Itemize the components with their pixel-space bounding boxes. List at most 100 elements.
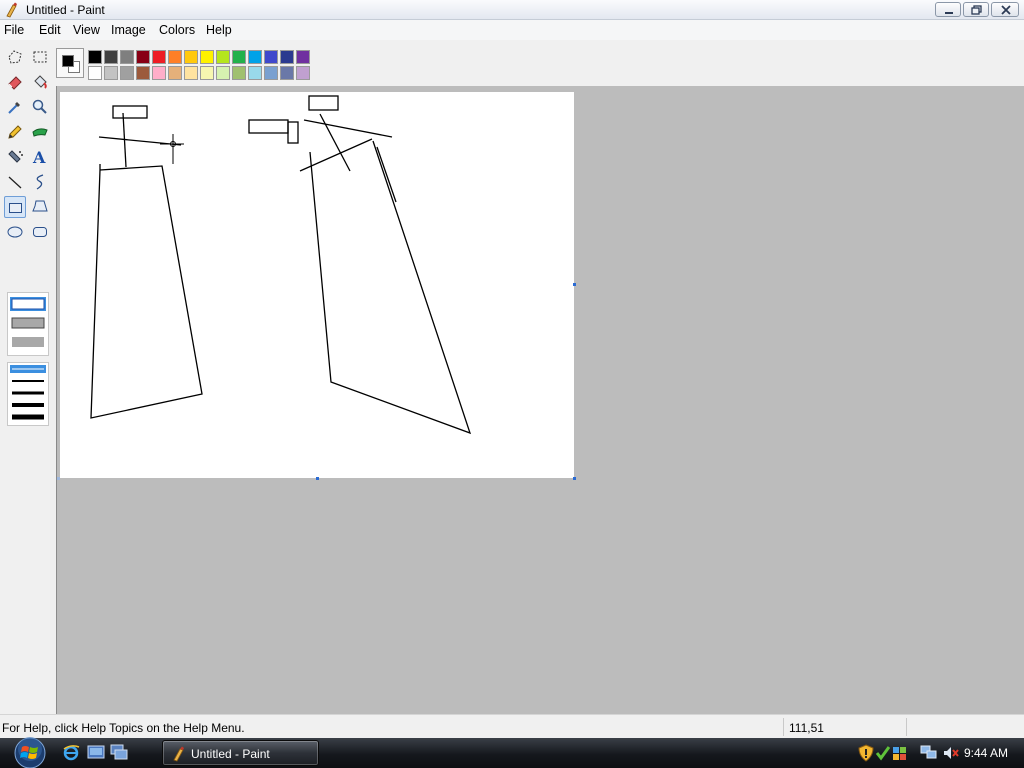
- resize-handle-left-bottom: [57, 477, 60, 480]
- line-width-options: [7, 362, 49, 426]
- palette-color-swatch[interactable]: [88, 66, 102, 80]
- palette-color-swatch[interactable]: [248, 66, 262, 80]
- close-button[interactable]: [991, 2, 1019, 17]
- minimize-button[interactable]: [935, 2, 961, 17]
- palette-color-swatch[interactable]: [296, 50, 310, 64]
- canvas-drawing: [90, 95, 472, 435]
- palette-color-swatch[interactable]: [104, 50, 118, 64]
- drawn-line: [376, 146, 397, 203]
- palette-color-swatch[interactable]: [232, 66, 246, 80]
- tool-eraser[interactable]: [4, 71, 26, 93]
- fill-style-outline-fill[interactable]: [11, 317, 45, 329]
- palette-color-swatch[interactable]: [136, 66, 150, 80]
- drawing-canvas[interactable]: [60, 92, 574, 478]
- windows-update-icon[interactable]: [892, 744, 908, 762]
- palette-color-swatch[interactable]: [248, 50, 262, 64]
- palette-color-swatch[interactable]: [232, 50, 246, 64]
- window-title: Untitled - Paint: [26, 3, 105, 17]
- internet-explorer-icon[interactable]: [62, 743, 80, 761]
- status-bar: For Help, click Help Topics on the Help …: [0, 714, 1024, 738]
- menu-colors[interactable]: Colors: [159, 23, 195, 37]
- palette-color-swatch[interactable]: [216, 50, 230, 64]
- rounded-rectangle-icon: [33, 227, 47, 237]
- polygon-icon: [32, 200, 48, 212]
- palette-color-swatch[interactable]: [280, 50, 294, 64]
- minimize-icon: [945, 12, 953, 14]
- tool-box: A: [0, 42, 56, 714]
- clock[interactable]: 9:44 AM: [964, 746, 1008, 760]
- tool-free-form-select[interactable]: [4, 46, 26, 68]
- drawn-rectangle: [112, 105, 148, 119]
- status-separator: [783, 718, 784, 736]
- tool-magnifier[interactable]: [29, 96, 51, 118]
- tool-select[interactable]: [29, 46, 51, 68]
- paint-app-icon: [173, 746, 184, 762]
- menu-bar: File Edit View Image Colors Help: [0, 20, 1024, 40]
- checkmark-shield-icon[interactable]: [875, 744, 891, 762]
- tool-airbrush[interactable]: [4, 146, 26, 168]
- svg-text:A: A: [32, 148, 46, 166]
- tool-pick-color[interactable]: [4, 96, 26, 118]
- palette-color-swatch[interactable]: [104, 66, 118, 80]
- menu-view[interactable]: View: [73, 23, 100, 37]
- drawn-rectangle: [248, 119, 289, 134]
- show-desktop-icon[interactable]: [87, 743, 105, 761]
- start-button[interactable]: [9, 736, 51, 768]
- palette-color-swatch[interactable]: [264, 66, 278, 80]
- menu-file[interactable]: File: [4, 23, 24, 37]
- palette-color-swatch[interactable]: [152, 66, 166, 80]
- palette-color-swatch[interactable]: [184, 66, 198, 80]
- palette-color-swatch[interactable]: [136, 50, 150, 64]
- title-bar: Untitled - Paint: [0, 0, 1024, 20]
- palette-color-swatch[interactable]: [280, 66, 294, 80]
- tool-ellipse[interactable]: [4, 221, 26, 243]
- palette-color-swatch[interactable]: [296, 66, 310, 80]
- cursor-coordinates: 111,51: [789, 721, 824, 735]
- resize-handle-bottom[interactable]: [316, 477, 319, 480]
- tool-brush[interactable]: [29, 121, 51, 143]
- menu-image[interactable]: Image: [111, 23, 146, 37]
- status-separator: [906, 718, 907, 736]
- resize-handle-corner[interactable]: [573, 477, 576, 480]
- security-shield-icon[interactable]: [858, 744, 874, 762]
- palette-color-swatch[interactable]: [200, 66, 214, 80]
- palette-color-swatch[interactable]: [168, 66, 182, 80]
- curve-icon: [36, 174, 44, 190]
- fill-bucket-icon: [34, 75, 47, 89]
- palette-color-swatch[interactable]: [152, 50, 166, 64]
- restore-button[interactable]: [963, 2, 989, 17]
- select-icon: [33, 51, 47, 63]
- palette-color-swatch[interactable]: [184, 50, 198, 64]
- palette-color-swatch[interactable]: [216, 66, 230, 80]
- palette-color-swatch[interactable]: [120, 50, 134, 64]
- tool-curve[interactable]: [29, 171, 51, 193]
- fill-style-fill-only[interactable]: [12, 337, 44, 347]
- system-tray: 9:44 AM: [850, 738, 1024, 768]
- volume-muted-icon[interactable]: [942, 744, 960, 762]
- menu-help[interactable]: Help: [206, 23, 232, 37]
- current-colors[interactable]: [56, 48, 84, 78]
- menu-edit[interactable]: Edit: [39, 23, 61, 37]
- tool-fill-with-color[interactable]: [29, 71, 51, 93]
- taskbar-button-label: Untitled - Paint: [191, 747, 270, 761]
- tool-text[interactable]: A: [29, 146, 51, 168]
- foreground-color-swatch[interactable]: [62, 55, 74, 67]
- network-icon[interactable]: [920, 744, 938, 762]
- taskbar-button-paint[interactable]: Untitled - Paint: [162, 740, 319, 766]
- tool-line[interactable]: [4, 171, 26, 193]
- ellipse-icon: [7, 226, 23, 238]
- palette-color-swatch[interactable]: [168, 50, 182, 64]
- magnifier-icon: [32, 99, 47, 114]
- tool-polygon[interactable]: [29, 196, 51, 218]
- tool-rectangle[interactable]: [4, 196, 26, 218]
- palette-color-swatch[interactable]: [200, 50, 214, 64]
- tool-pencil[interactable]: [4, 121, 26, 143]
- free-select-icon: [8, 50, 22, 64]
- resize-handle-right[interactable]: [573, 283, 576, 286]
- tool-rounded-rectangle[interactable]: [29, 221, 51, 243]
- palette-color-swatch[interactable]: [120, 66, 134, 80]
- switch-windows-icon[interactable]: [110, 743, 128, 761]
- palette-color-swatch[interactable]: [88, 50, 102, 64]
- airbrush-icon: [8, 150, 23, 163]
- palette-color-swatch[interactable]: [264, 50, 278, 64]
